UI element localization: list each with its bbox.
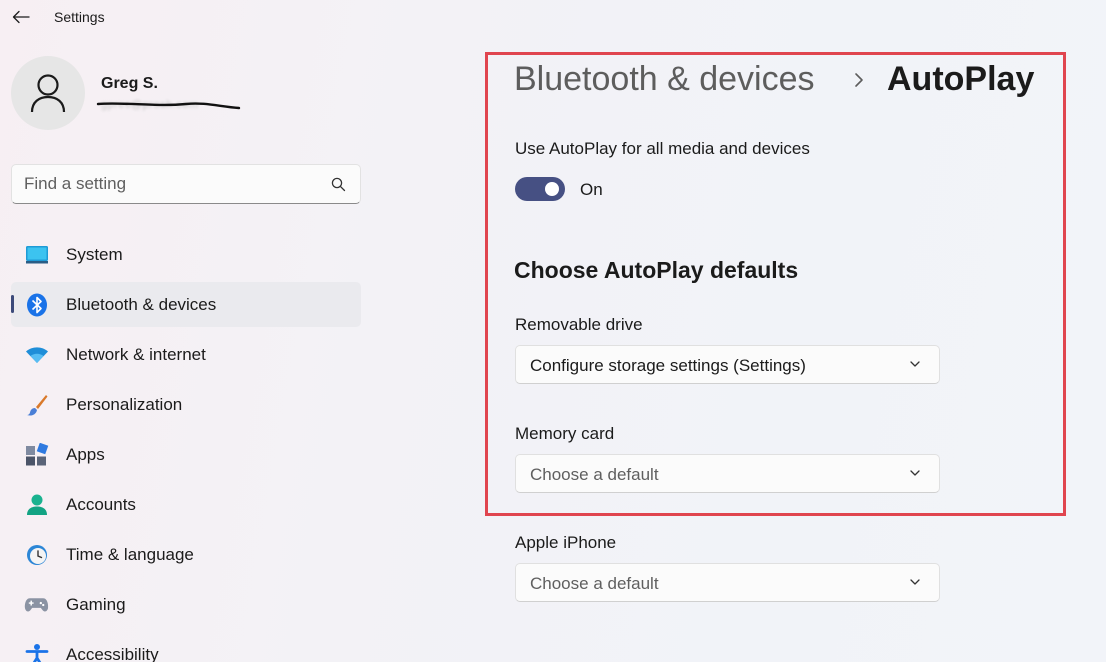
system-icon (24, 242, 49, 267)
apple-iphone-label: Apple iPhone (515, 533, 617, 552)
highlight-annotation-box (485, 52, 1066, 516)
sidebar-item-accounts[interactable]: Accounts (11, 482, 361, 527)
sidebar-item-accessibility[interactable]: Accessibility (11, 632, 361, 662)
sidebar-item-label: Accessibility (66, 644, 159, 662)
clock-globe-icon (24, 542, 49, 567)
search-input[interactable] (24, 165, 324, 203)
sidebar-item-label: Network & internet (66, 344, 206, 364)
sidebar-item-label: Bluetooth & devices (66, 294, 217, 314)
gamepad-icon (24, 592, 49, 617)
bluetooth-icon (24, 292, 49, 317)
sidebar-item-personalization[interactable]: Personalization (11, 382, 361, 427)
sidebar-item-bluetooth-devices[interactable]: Bluetooth & devices (11, 282, 361, 327)
search-box[interactable] (11, 164, 361, 204)
sidebar-item-gaming[interactable]: Gaming (11, 582, 361, 627)
sidebar-item-label: System (66, 244, 123, 264)
apps-icon (24, 442, 49, 467)
brush-icon (24, 392, 49, 417)
window-title: Settings (54, 9, 105, 25)
sidebar-item-label: Gaming (66, 594, 126, 614)
sidebar-item-label: Accounts (66, 494, 136, 514)
search-icon (331, 177, 346, 192)
accessibility-icon (24, 642, 49, 662)
avatar[interactable] (11, 56, 85, 130)
redaction-scribble (96, 102, 241, 110)
sidebar-nav: System Bluetooth & devices Network & int… (11, 232, 361, 662)
user-name: Greg S. (101, 75, 158, 92)
person-icon (30, 74, 66, 113)
apple-iphone-dropdown[interactable]: Choose a default (515, 563, 940, 602)
dropdown-value: Choose a default (530, 574, 659, 593)
back-arrow-icon (12, 10, 30, 24)
title-bar: Settings (0, 0, 1106, 34)
sidebar-item-label: Personalization (66, 394, 183, 414)
sidebar-item-system[interactable]: System (11, 232, 361, 277)
accounts-icon (24, 492, 49, 517)
sidebar-item-label: Time & language (66, 544, 194, 564)
sidebar-item-network-internet[interactable]: Network & internet (11, 332, 361, 377)
sidebar-item-apps[interactable]: Apps (11, 432, 361, 477)
wifi-icon (24, 342, 49, 367)
sidebar-item-time-language[interactable]: Time & language (11, 532, 361, 577)
chevron-down-icon (910, 579, 920, 585)
back-button[interactable] (8, 4, 34, 30)
sidebar-item-label: Apps (66, 444, 105, 464)
